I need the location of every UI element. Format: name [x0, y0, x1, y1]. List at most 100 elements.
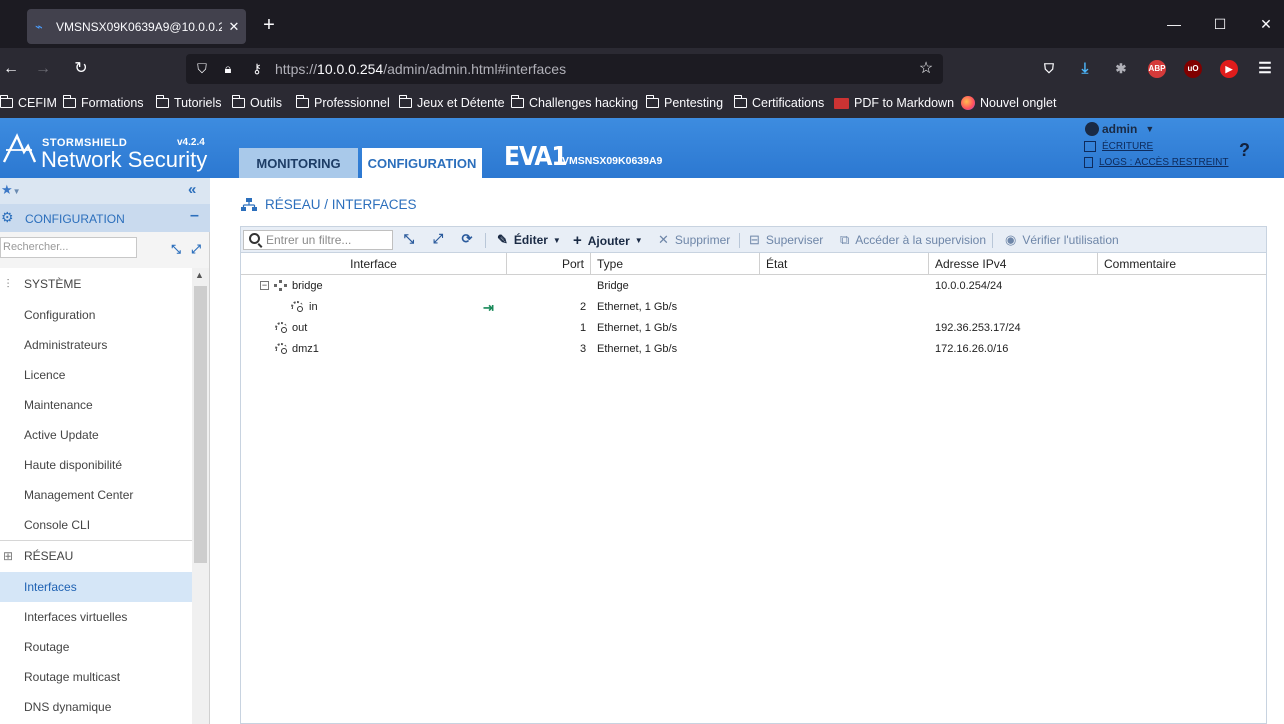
tab-configuration[interactable]: CONFIGURATION [362, 148, 482, 178]
sidebar-search-input[interactable]: Rechercher... [0, 237, 137, 258]
table-row[interactable]: dmz1 3 Ethernet, 1 Gb/s 172.16.26.0/16 [241, 339, 1266, 360]
sidebar-group-systeme[interactable]: ⫶ SYSTÈME [0, 269, 192, 299]
filter-input[interactable]: Entrer un filtre... [243, 230, 393, 250]
column-comment[interactable]: Commentaire [1098, 253, 1266, 275]
sidebar-section-header[interactable]: ⚙ CONFIGURATION – [0, 204, 210, 232]
back-icon[interactable]: ← [0, 58, 22, 80]
browser-tab[interactable]: ⌁ VMSNSX09K0639A9@10.0.0.254 ✕ [27, 9, 246, 44]
bookmark-pdf-to-markdown[interactable]: PDF to Markdown [834, 96, 954, 110]
collapse-tree-icon[interactable]: − [260, 281, 269, 290]
column-type[interactable]: Type [591, 253, 760, 275]
close-window-icon[interactable]: ✕ [1256, 14, 1276, 34]
cell-interface: in [309, 301, 318, 313]
edit-icon [1084, 141, 1096, 152]
adblock-plus-icon[interactable]: ABP [1148, 60, 1166, 78]
sidebar-item-dns-dynamique[interactable]: DNS dynamique [0, 692, 192, 722]
sidebar-item-active-update[interactable]: Active Update [0, 420, 192, 450]
logs-access-link[interactable]: LOGS : ACCÈS RESTREINT [1084, 157, 1228, 168]
sidebar-item-routage-multicast[interactable]: Routage multicast [0, 662, 192, 692]
supervise-button[interactable]: ⊟ Superviser [749, 232, 823, 248]
chevron-down-icon: ▼ [635, 236, 643, 245]
new-tab-icon[interactable]: + [258, 14, 280, 36]
plus-icon: + [573, 232, 582, 249]
sidebar-item-administrateurs[interactable]: Administrateurs [0, 330, 192, 360]
bookmark-star-icon[interactable]: ☆ [917, 60, 935, 78]
shield-icon[interactable]: ⛉ [193, 60, 211, 78]
sidebar-group-reseau[interactable]: ⊞ RÉSEAU [0, 541, 192, 571]
page-title: RÉSEAU / INTERFACES [241, 197, 417, 212]
forward-icon[interactable]: → [32, 58, 54, 80]
add-button[interactable]: + Ajouter ▼ [573, 232, 643, 249]
collapse-section-icon[interactable]: – [190, 207, 199, 225]
sidebar-item-interfaces-virtuelles[interactable]: Interfaces virtuelles [0, 602, 192, 632]
goto-supervision-button[interactable]: ⧉ Accéder à la supervision [840, 232, 986, 248]
bookmark-formations[interactable]: Formations [63, 96, 144, 110]
bookmark-challenges[interactable]: Challenges hacking [511, 96, 638, 110]
bookmark-tutoriels[interactable]: Tutoriels [156, 96, 221, 110]
toolbar-separator [739, 233, 740, 248]
ethernet-interface-icon [275, 343, 289, 355]
ethernet-interface-icon [291, 301, 305, 313]
reload-icon[interactable]: ↻ [70, 58, 92, 80]
help-button[interactable]: ? [1239, 140, 1250, 161]
check-usage-button[interactable]: ◉ Vérifier l'utilisation [1005, 232, 1119, 248]
maximize-window-icon[interactable]: ☐ [1210, 14, 1230, 34]
table-row[interactable]: − bridge Bridge 10.0.0.254/24 [241, 276, 1266, 297]
collapse-sidebar-icon[interactable]: « [188, 181, 196, 198]
lock-icon[interactable]: 🔒︎ [219, 60, 237, 78]
sidebar-item-licence[interactable]: Licence [0, 360, 192, 390]
bookmark-pentesting[interactable]: Pentesting [646, 96, 723, 110]
table-row[interactable]: in ⇥ 2 Ethernet, 1 Gb/s [241, 297, 1266, 318]
scrollbar-thumb[interactable] [194, 286, 207, 563]
key-icon[interactable]: ⚷ [248, 60, 266, 78]
url-bar[interactable]: ⛉ 🔒︎ ⚷ https://10.0.0.254/admin/admin.ht… [186, 54, 943, 84]
sidebar-item-maintenance[interactable]: Maintenance [0, 390, 192, 420]
column-state[interactable]: État [760, 253, 929, 275]
bookmark-professionnel[interactable]: Professionnel [296, 96, 390, 110]
url-host: 10.0.0.254 [317, 61, 383, 77]
bookmark-new-tab[interactable]: Nouvel onglet [961, 96, 1056, 110]
sidebar-item-management-center[interactable]: Management Center [0, 480, 192, 510]
sidebar-item-haute-disponibilite[interactable]: Haute disponibilité [0, 450, 192, 480]
column-interface[interactable]: Interface [241, 253, 507, 275]
sidebar-item-routage[interactable]: Routage [0, 632, 192, 662]
refresh-icon[interactable]: ⟳ [459, 231, 475, 247]
minimize-window-icon[interactable]: — [1164, 14, 1184, 34]
download-icon[interactable]: ⤓ [1076, 60, 1094, 78]
favorites-star-icon[interactable]: ★▼ [1, 182, 21, 198]
sidebar-item-interfaces[interactable]: Interfaces [0, 572, 192, 602]
bookmark-certifications[interactable]: Certifications [734, 96, 824, 110]
edit-button[interactable]: ✎ Éditer ▼ [497, 232, 561, 248]
url-text[interactable]: https://10.0.0.254/admin/admin.html#inte… [275, 61, 566, 77]
user-menu[interactable]: admin ▼ [1085, 122, 1154, 136]
tab-monitoring[interactable]: MONITORING [239, 148, 358, 178]
menu-icon[interactable]: ☰ [1256, 60, 1274, 78]
scroll-up-icon[interactable]: ▲ [195, 270, 204, 280]
expand-all-icon[interactable]: ⤢ [430, 231, 446, 247]
product-version: v4.2.4 [177, 137, 205, 148]
write-mode-link[interactable]: ÉCRITURE [1084, 141, 1153, 152]
youtube-icon[interactable]: ▶ [1220, 60, 1238, 78]
sidebar-item-configuration[interactable]: Configuration [0, 300, 192, 330]
internal-interface-icon: ⇥ [483, 300, 494, 316]
cell-type: Ethernet, 1 Gb/s [597, 322, 677, 334]
puzzle-icon[interactable]: ✱ [1112, 60, 1130, 78]
ublock-origin-icon[interactable]: uO [1184, 60, 1202, 78]
bookmark-outils[interactable]: Outils [232, 96, 282, 110]
column-port[interactable]: Port [507, 253, 591, 275]
folder-icon [511, 98, 524, 108]
supervise-label: Superviser [766, 233, 823, 247]
column-ipv4[interactable]: Adresse IPv4 [929, 253, 1098, 275]
pocket-icon[interactable]: ⛉ [1040, 60, 1058, 78]
table-row[interactable]: out 1 Ethernet, 1 Gb/s 192.36.253.17/24 [241, 318, 1266, 339]
close-tab-icon[interactable]: ✕ [222, 19, 246, 35]
collapse-all-icon[interactable]: ⤡ [401, 231, 417, 247]
expand-all-icon[interactable]: ⤢ [189, 242, 203, 256]
delete-button[interactable]: ✕ Supprimer [658, 232, 730, 248]
sidebar-scrollbar[interactable]: ▲ [192, 268, 209, 724]
collapse-all-icon[interactable]: ⤡ [169, 242, 183, 256]
sidebar-item-console-cli[interactable]: Console CLI [0, 510, 192, 540]
bookmark-jeux[interactable]: Jeux et Détente [399, 96, 505, 110]
bookmark-cefim[interactable]: CEFIM [0, 96, 57, 110]
pdf-icon [834, 98, 849, 109]
